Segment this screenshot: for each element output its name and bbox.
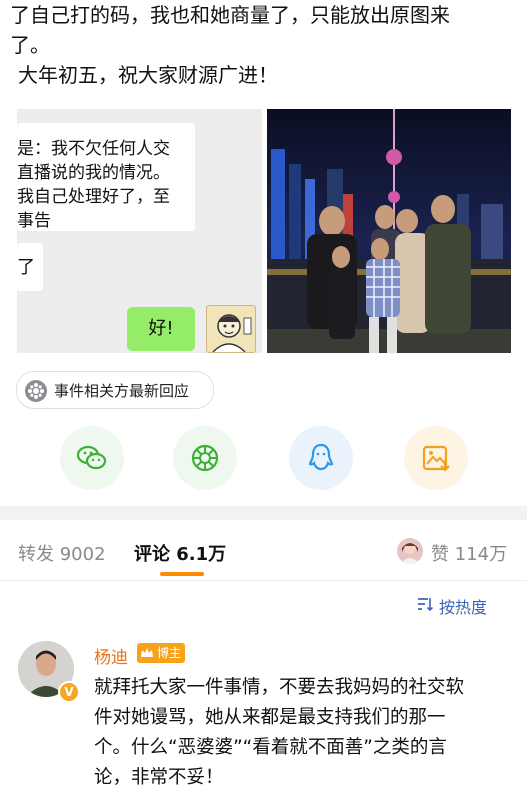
share-save-image-button[interactable] <box>404 426 468 490</box>
chat-bubble-line: 直播说的我的情况。 <box>17 163 170 183</box>
chat-bubble-text: 了 <box>17 257 35 278</box>
moments-icon <box>191 444 219 472</box>
likes-count: 赞 114万 <box>431 544 508 565</box>
comment-text-line: 个。什么“恶婆婆”“看着就不面善”之类的言 <box>94 737 447 758</box>
post-text-line: 大年初五，祝大家财源广进！ <box>18 63 278 87</box>
crown-icon <box>141 648 153 657</box>
share-qq-button[interactable] <box>289 426 353 490</box>
author-badge-label: 博主 <box>157 646 182 660</box>
share-wechat-button[interactable] <box>60 426 124 490</box>
liker-avatar <box>397 538 423 564</box>
chat-bubble-line: 是：我不欠任何人交 <box>17 139 170 159</box>
sort-label: 按热度 <box>439 598 488 617</box>
chat-bubble: 是：我不欠任何人交 直播说的我的情况。 我自己处理好了，至 事告 <box>17 123 195 231</box>
chat-reply-bubble: 好! <box>127 307 195 351</box>
section-divider <box>0 506 527 520</box>
comment-text: 就拜托大家一件事情，不要去我妈妈的社交软 件对她谩骂，她从来都是最支持我们的那一… <box>94 673 520 793</box>
sort-by-hot-button[interactable]: 按热度 <box>417 594 509 617</box>
sort-icon <box>418 598 433 611</box>
comment-text-line: 就拜托大家一件事情，不要去我妈妈的社交软 <box>94 677 465 698</box>
post-images: 是：我不欠任何人交 直播说的我的情况。 我自己处理好了，至 事告 了 好! <box>17 109 511 353</box>
post-text-line: 了。 <box>10 33 50 57</box>
post-text: 了自己打的码，我也和她商量了，只能放出原图来 了。 大年初五，祝大家财源广进！ <box>10 0 523 90</box>
active-tab-indicator <box>160 572 204 576</box>
chat-bubble-line: 事告 <box>17 211 51 231</box>
share-row <box>0 423 527 493</box>
interaction-tabs: 转发 9002 评论 6.1万 赞 114万 <box>0 520 527 581</box>
topic-label: 事件相关方最新回应 <box>54 382 190 400</box>
comment-text-line: 件对她谩骂，她从来都是最支持我们的那一 <box>94 707 446 728</box>
tab-comments[interactable]: 评论 6.1万 <box>134 540 226 566</box>
tab-likes[interactable]: 赞 114万 <box>397 538 509 566</box>
topic-icon <box>25 380 47 402</box>
family-photo-image[interactable] <box>267 109 511 353</box>
share-moments-button[interactable] <box>173 426 237 490</box>
chat-screenshot-image[interactable]: 是：我不欠任何人交 直播说的我的情况。 我自己处理好了，至 事告 了 好! <box>17 109 262 353</box>
qq-icon <box>308 443 334 471</box>
verified-badge-icon: V <box>58 681 80 703</box>
wechat-icon <box>76 445 107 470</box>
comment-text-line: 论，非常不妥！ <box>94 767 224 788</box>
comment-item: V 杨迪 博主 就拜托大家一件事情，不要去我妈妈的社交软 件对她谩骂，她从来都是… <box>0 633 527 791</box>
author-badge: 博主 <box>137 643 186 663</box>
topic-link[interactable]: 事件相关方最新回应 <box>16 371 214 409</box>
chat-bubble: 了 <box>17 243 43 291</box>
chat-avatar-image <box>206 305 256 353</box>
comment-author[interactable]: 杨迪 <box>94 643 128 668</box>
post-text-line: 了自己打的码，我也和她商量了，只能放出原图来 <box>10 3 450 27</box>
tab-repost[interactable]: 转发 9002 <box>18 540 106 566</box>
save-image-icon <box>422 445 450 472</box>
chat-bubble-line: 我自己处理好了，至 <box>17 187 170 207</box>
